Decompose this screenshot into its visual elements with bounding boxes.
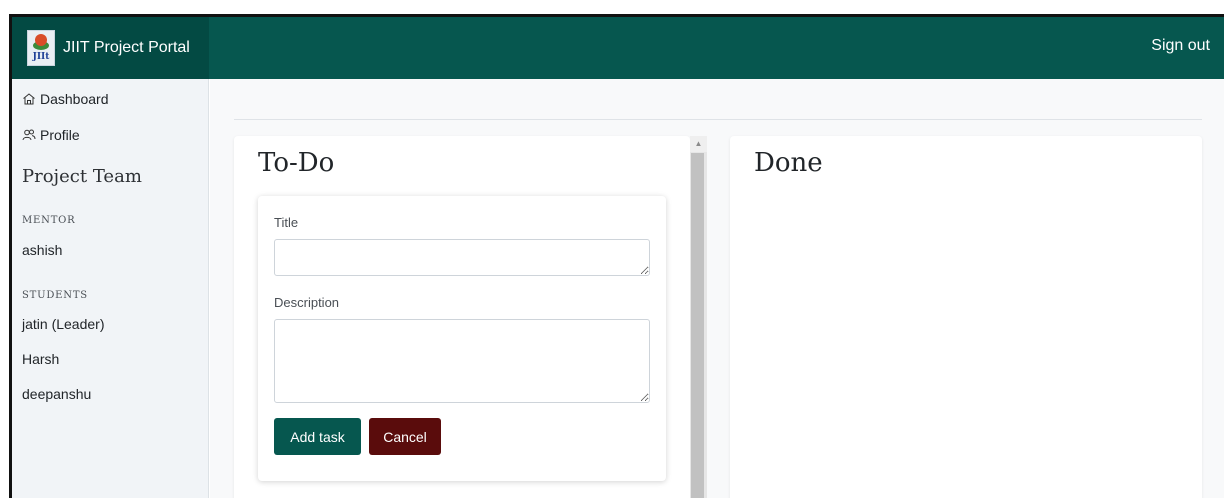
- student-item: Harsh: [22, 351, 60, 367]
- sidebar-item-profile[interactable]: Profile: [12, 124, 208, 146]
- brand[interactable]: JIIt JIIT Project Portal: [12, 17, 209, 79]
- mentor-label: MENTOR: [22, 215, 76, 226]
- jiit-logo: JIIt: [27, 30, 55, 66]
- description-input[interactable]: [274, 319, 650, 403]
- logo-text: JIIt: [32, 52, 50, 62]
- users-icon: [22, 128, 36, 142]
- project-team-heading: Project Team: [22, 166, 142, 187]
- add-task-form: Title Description Add task Cancel: [258, 196, 666, 481]
- sidebar-item-dashboard[interactable]: Dashboard: [12, 88, 208, 110]
- sign-out-link[interactable]: Sign out: [1151, 37, 1210, 55]
- sidebar-item-label: Profile: [40, 127, 80, 143]
- brand-name: JIIT Project Portal: [63, 39, 190, 56]
- student-item: jatin (Leader): [22, 316, 105, 332]
- scroll-thumb[interactable]: [691, 153, 704, 498]
- done-title: Done: [754, 148, 823, 178]
- main-content: To-Do Title Description Add task Cancel …: [210, 79, 1224, 498]
- home-icon: [22, 92, 36, 106]
- top-bar: JIIt JIIT Project Portal Sign out: [12, 17, 1224, 79]
- todo-column: To-Do Title Description Add task Cancel: [234, 136, 690, 498]
- sidebar-item-label: Dashboard: [40, 91, 109, 107]
- students-label: STUDENTS: [22, 290, 88, 301]
- student-item: deepanshu: [22, 386, 92, 402]
- add-task-button[interactable]: Add task: [274, 418, 361, 455]
- mentor-name: ashish: [22, 242, 63, 258]
- description-label: Description: [274, 295, 340, 310]
- title-label: Title: [274, 215, 299, 230]
- scroll-up-arrow-icon[interactable]: ▲: [690, 136, 707, 152]
- cancel-button[interactable]: Cancel: [369, 418, 441, 455]
- sidebar: Dashboard Profile Project Team MENTOR as…: [12, 79, 209, 498]
- title-input[interactable]: [274, 239, 650, 276]
- divider: [234, 119, 1202, 120]
- todo-title: To-Do: [258, 148, 335, 178]
- done-column: Done: [730, 136, 1202, 498]
- todo-scrollbar[interactable]: ▲: [690, 136, 707, 498]
- app-window: JIIt JIIT Project Portal Sign out Dashbo…: [9, 14, 1224, 498]
